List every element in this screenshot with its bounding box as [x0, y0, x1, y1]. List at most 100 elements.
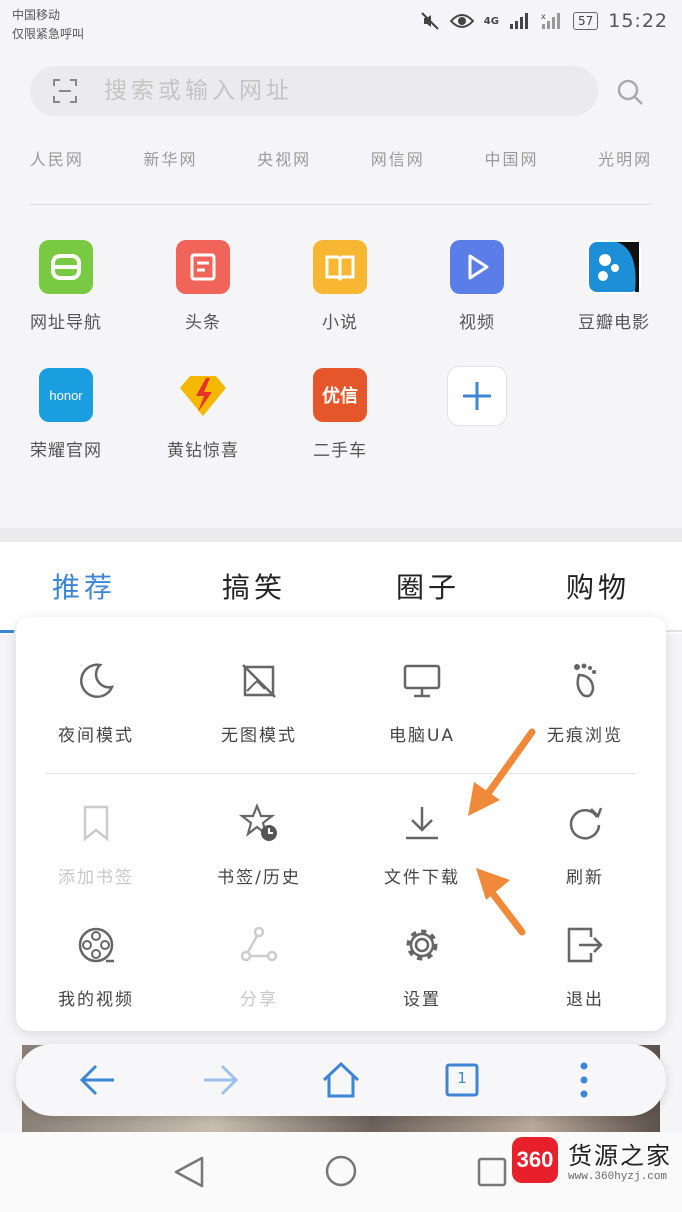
- honor-logo-text: honor: [49, 387, 83, 403]
- app-diamond[interactable]: 黄钻惊喜: [143, 368, 263, 461]
- scan-icon[interactable]: [52, 78, 78, 104]
- carrier-name: 中国移动: [12, 8, 61, 22]
- moon-icon: [80, 663, 115, 698]
- watermark: 360 货源之家 www.360hyzj.com: [512, 1136, 672, 1183]
- quick-link[interactable]: 央视网: [257, 146, 311, 170]
- douban-icon: [587, 240, 641, 294]
- quick-link[interactable]: 光明网: [598, 146, 652, 170]
- my-videos-button[interactable]: 我的视频: [21, 925, 171, 1010]
- quick-link[interactable]: 人民网: [30, 146, 84, 170]
- footprint-icon: [574, 663, 596, 698]
- app-video[interactable]: 视频: [417, 240, 537, 333]
- app-douban[interactable]: 豆瓣电影: [554, 240, 674, 333]
- menu-label: 刷新: [566, 868, 604, 888]
- tabs-button[interactable]: 1: [442, 1060, 482, 1100]
- tab-funny[interactable]: 搞笑: [222, 566, 286, 606]
- menu-label: 无图模式: [221, 726, 297, 746]
- app-label: 网址导航: [30, 313, 102, 333]
- app-label: 二手车: [313, 441, 367, 461]
- tab-recommend[interactable]: 推荐: [52, 566, 116, 606]
- status-icons: 4G x 57 15:22: [420, 10, 668, 32]
- quick-link[interactable]: 新华网: [143, 146, 197, 170]
- mute-icon: [421, 12, 439, 30]
- watermark-title: 货源之家: [568, 1142, 672, 1170]
- bookmark-icon: [83, 805, 109, 842]
- book-icon: [313, 240, 367, 294]
- app-novel[interactable]: 小说: [280, 240, 400, 333]
- app-label: 黄钻惊喜: [167, 441, 239, 461]
- nav-back-icon[interactable]: [172, 1154, 206, 1190]
- menu-label: 我的视频: [58, 990, 134, 1010]
- search-bar[interactable]: [30, 66, 598, 116]
- honor-icon: honor: [39, 368, 93, 422]
- app-used-car[interactable]: 优信 二手车: [280, 368, 400, 461]
- network-label: 4G: [483, 15, 499, 27]
- menu-label: 书签/历史: [217, 868, 301, 888]
- svg-text:x: x: [541, 12, 546, 21]
- battery-indicator: 57: [572, 12, 599, 30]
- star-clock-icon: [238, 803, 277, 841]
- carrier-note: 仅限紧急呼叫: [12, 27, 85, 41]
- diamond-icon: [176, 368, 230, 422]
- watermark-logo: 360: [512, 1136, 558, 1183]
- add-shortcut-button[interactable]: [417, 366, 537, 426]
- refresh-icon: [569, 807, 603, 840]
- app-nav[interactable]: 网址导航: [6, 240, 126, 333]
- status-carrier: 中国移动 仅限紧急呼叫: [12, 6, 84, 44]
- play-icon: [450, 240, 504, 294]
- back-arrow-icon[interactable]: [78, 1060, 118, 1100]
- search-input[interactable]: [102, 77, 546, 105]
- app-label: 荣耀官网: [30, 441, 102, 461]
- quick-link[interactable]: 中国网: [484, 146, 538, 170]
- annotation-arrow-down: [468, 728, 536, 816]
- gear-icon: [406, 929, 438, 961]
- exit-button[interactable]: 退出: [510, 925, 660, 1010]
- signal-no-sim-icon: x: [541, 12, 560, 29]
- watermark-url: www.360hyzj.com: [568, 1171, 668, 1183]
- exit-icon: [567, 927, 603, 963]
- forward-arrow-icon[interactable]: [200, 1060, 240, 1100]
- browser-toolbar: 1: [16, 1044, 666, 1116]
- tab-count: 1: [457, 1069, 467, 1087]
- app-label: 视频: [459, 313, 495, 333]
- add-bookmark-button[interactable]: 添加书签: [21, 803, 171, 888]
- film-reel-icon: [78, 927, 114, 963]
- e-nav-icon: [39, 240, 93, 294]
- nav-recents-icon[interactable]: [476, 1156, 508, 1188]
- home-icon[interactable]: [321, 1060, 361, 1100]
- app-label: 头条: [185, 313, 221, 333]
- menu-label: 设置: [403, 990, 441, 1010]
- search-icon[interactable]: [616, 78, 644, 106]
- app-label: 小说: [322, 313, 358, 333]
- signal-icon: [509, 13, 528, 29]
- tab-indicator: [0, 630, 14, 633]
- more-icon[interactable]: [564, 1060, 604, 1100]
- monitor-icon: [403, 664, 441, 698]
- eye-icon: [449, 14, 474, 28]
- app-news[interactable]: 头条: [143, 240, 263, 333]
- divider: [30, 204, 652, 205]
- browser-menu: 夜间模式 无图模式 电脑UA 无痕浏览 添加书签 书签/历史 文件下载 刷新 我…: [16, 617, 666, 1031]
- app-honor[interactable]: honor 荣耀官网: [6, 368, 126, 461]
- news-icon: [176, 240, 230, 294]
- quick-links: 人民网 新华网 央视网 网信网 中国网 光明网: [0, 146, 682, 170]
- tab-circle[interactable]: 圈子: [396, 566, 460, 606]
- nav-home-icon[interactable]: [324, 1154, 358, 1188]
- menu-label: 添加书签: [58, 868, 134, 888]
- no-image-mode-button[interactable]: 无图模式: [184, 661, 334, 746]
- no-image-icon: [242, 664, 276, 698]
- tab-shopping[interactable]: 购物: [566, 566, 630, 606]
- share-button[interactable]: 分享: [184, 925, 334, 1010]
- clock: 15:22: [608, 10, 668, 32]
- app-label: 豆瓣电影: [578, 313, 650, 333]
- annotation-arrow-up: [476, 868, 526, 936]
- menu-divider: [46, 773, 636, 774]
- night-mode-button[interactable]: 夜间模式: [21, 661, 171, 746]
- add-icon: [447, 366, 507, 426]
- menu-label: 分享: [240, 990, 278, 1010]
- section-gap: [0, 528, 682, 542]
- quick-link[interactable]: 网信网: [371, 146, 425, 170]
- download-icon: [406, 807, 438, 840]
- bookmarks-history-button[interactable]: 书签/历史: [184, 803, 334, 888]
- share-icon: [240, 926, 278, 962]
